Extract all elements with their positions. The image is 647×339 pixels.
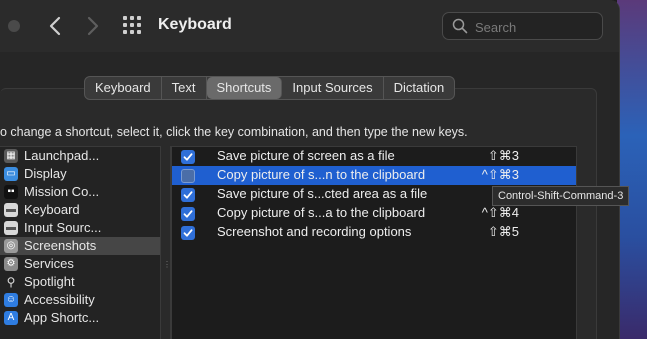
sidebar-item-screenshots[interactable]: ◎ Screenshots (0, 237, 160, 255)
search-input[interactable] (473, 17, 602, 37)
spotlight-icon: ⚲ (6, 275, 16, 289)
tab-dictation[interactable]: Dictation (384, 77, 455, 99)
sidebar-item-label: Input Sourc... (24, 220, 102, 235)
sidebar-item-label: Services (24, 256, 74, 271)
sidebar-item-label: App Shortc... (24, 310, 100, 325)
shortcut-keys[interactable]: ⇧⌘5 (457, 224, 519, 240)
sidebar-item-app-shortcuts[interactable]: A App Shortc... (0, 309, 160, 327)
input-sources-icon: ▬ (4, 221, 18, 235)
screenshot-icon: ◎ (4, 239, 18, 253)
sidebar-item-label: Launchpad... (24, 148, 100, 163)
sidebar-item-label: Spotlight (24, 274, 75, 289)
window-title: Keyboard (158, 16, 232, 33)
shortcut-keys[interactable]: ⇧⌘3 (457, 148, 519, 164)
chevron-left-icon (49, 16, 61, 36)
shortcut-checkbox[interactable] (181, 188, 195, 202)
sidebar-item-label: Mission Co... (24, 184, 100, 199)
tab-text[interactable]: Text (162, 77, 207, 99)
shortcut-checkbox[interactable] (181, 226, 195, 240)
app-shortcuts-icon: A (4, 311, 18, 325)
sidebar-item-launchpad[interactable]: ▦ Launchpad... (0, 147, 160, 165)
tab-keyboard[interactable]: Keyboard (85, 77, 162, 99)
sidebar-item-display[interactable]: ▭ Display (0, 165, 160, 183)
forward-button[interactable] (80, 14, 104, 38)
sidebar-item-spotlight[interactable]: ⚲ Spotlight (0, 273, 160, 291)
show-all-grid-icon[interactable] (123, 16, 143, 36)
tab-input-sources[interactable]: Input Sources (282, 77, 384, 99)
table-row[interactable]: Save picture of screen as a file ⇧⌘3 (172, 147, 576, 166)
shortcut-label: Save picture of s...cted area as a file (217, 186, 428, 201)
split-view-divider[interactable]: ⋮ (161, 146, 171, 339)
tab-bar: Keyboard Text Shortcuts Input Sources Di… (84, 76, 456, 100)
search-icon (452, 18, 468, 34)
shortcut-label: Copy picture of s...n to the clipboard (217, 167, 426, 182)
checkmark-icon (183, 153, 193, 161)
table-row[interactable]: Copy picture of s...a to the clipboard ^… (172, 204, 576, 223)
table-row[interactable]: Copy picture of s...n to the clipboard ^… (172, 166, 576, 185)
sidebar-item-accessibility[interactable]: ☺ Accessibility (0, 291, 160, 309)
checkmark-icon (183, 210, 193, 218)
shortcut-label: Save picture of screen as a file (217, 148, 395, 163)
sidebar-item-label: Display (24, 166, 67, 181)
tab-shortcuts[interactable]: Shortcuts (206, 77, 283, 99)
sidebar-item-label: Keyboard (24, 202, 80, 217)
gear-icon: ⚙ (4, 257, 18, 271)
mission-control-icon: ▪▪ (4, 185, 18, 199)
shortcut-keys[interactable]: ^⇧⌘3 (457, 167, 519, 183)
sidebar-item-label: Screenshots (24, 238, 97, 253)
shortcut-tooltip: Control-Shift-Command-3 (492, 186, 630, 206)
desktop-wallpaper (617, 0, 647, 339)
shortcut-checkbox[interactable] (181, 169, 195, 183)
sidebar-item-mission-control[interactable]: ▪▪ Mission Co... (0, 183, 160, 201)
shortcut-label: Screenshot and recording options (217, 224, 412, 239)
checkmark-icon (183, 229, 193, 237)
sidebar-item-label: Accessibility (24, 292, 95, 307)
title-bar: Keyboard (0, 0, 619, 52)
window-control-dot[interactable] (8, 20, 20, 32)
display-icon: ▭ (4, 167, 18, 181)
launchpad-icon: ▦ (4, 149, 18, 163)
chevron-right-icon (87, 16, 99, 36)
sidebar-item-input-sources[interactable]: ▬ Input Sourc... (0, 219, 160, 237)
shortcut-list: Save picture of screen as a file ⇧⌘3 Cop… (171, 146, 577, 339)
sidebar-item-services[interactable]: ⚙ Services (0, 255, 160, 273)
shortcut-checkbox[interactable] (181, 150, 195, 164)
search-field[interactable] (442, 12, 603, 40)
shortcut-checkbox[interactable] (181, 207, 195, 221)
keyboard-preferences-window: Keyboard Keyboard Text Shortcuts Input S… (0, 0, 620, 339)
sidebar-item-keyboard[interactable]: ▬ Keyboard (0, 201, 160, 219)
shortcut-label: Copy picture of s...a to the clipboard (217, 205, 426, 220)
table-row[interactable]: Screenshot and recording options ⇧⌘5 (172, 223, 576, 242)
instruction-text: o change a shortcut, select it, click th… (0, 125, 468, 139)
shortcut-keys[interactable]: ^⇧⌘4 (457, 205, 519, 221)
back-button[interactable] (44, 14, 68, 38)
divider-grip-icon: ⋮ (163, 260, 171, 269)
keyboard-icon: ▬ (4, 203, 18, 217)
checkmark-icon (183, 191, 193, 199)
accessibility-icon: ☺ (4, 293, 18, 307)
shortcut-category-list: ▦ Launchpad... ▭ Display ▪▪ Mission Co..… (0, 146, 161, 339)
